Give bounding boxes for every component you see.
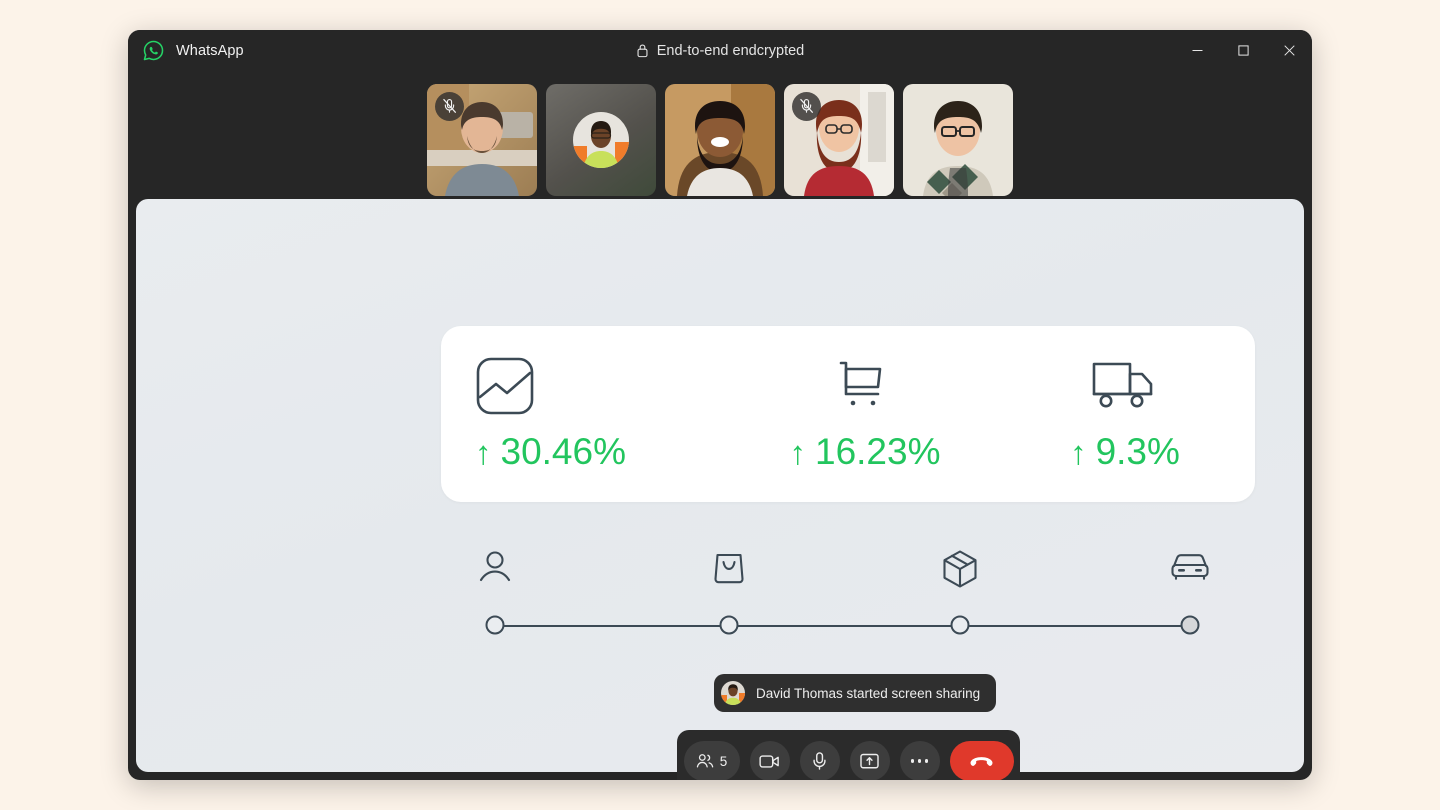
user-icon [478,549,512,585]
people-icon [696,754,714,768]
more-options-button[interactable] [899,741,940,780]
funnel-node-4[interactable] [1180,615,1200,635]
participant-tile-4[interactable] [784,83,894,196]
end-call-button[interactable] [949,741,1014,780]
funnel-track [497,625,1185,627]
trend-up-arrow-3: ↑ [1070,434,1087,471]
chart-image-icon [475,355,535,417]
share-screen-button[interactable] [849,741,890,780]
app-name: WhatsApp [176,42,244,59]
toast-avatar [721,681,745,705]
lock-icon [636,43,649,58]
screen-share-toast: David Thomas started screen sharing [714,674,997,712]
microphone-button[interactable] [799,741,840,780]
metric-cart: ↑ 16.23% [735,326,995,502]
trend-up-arrow-2: ↑ [789,434,807,471]
participants-button[interactable]: 5 [683,741,740,780]
participant-tile-3[interactable] [665,83,775,196]
title-bar: WhatsApp End-to-end endcrypted [128,30,1312,71]
hang-up-icon [970,756,993,766]
shopping-bag-icon [712,549,746,585]
participant-tile-5[interactable] [903,83,1013,196]
minimize-button[interactable] [1174,30,1220,71]
funnel-node-3[interactable] [950,615,970,635]
participant-strip [128,71,1312,208]
shopping-cart-icon [835,355,895,417]
participant-video-5 [903,83,1013,196]
mic-off-badge-4 [792,91,821,121]
funnel-icon-row [478,549,1209,597]
funnel-progress [478,549,1209,649]
metric-percent-3: 9.3% [1095,431,1180,472]
metric-value-conversion: ↑ 30.46% [475,431,626,473]
participant-tile-2[interactable] [546,83,656,196]
metric-conversion: ↑ 30.46% [441,326,735,502]
car-icon [1170,549,1210,583]
video-camera-icon [759,754,779,768]
whatsapp-logo-icon [142,39,165,62]
delivery-truck-icon [1092,355,1158,417]
close-button[interactable] [1266,30,1312,71]
participants-count: 5 [719,753,728,769]
metric-delivery: ↑ 9.3% [995,326,1255,502]
whatsapp-call-window: WhatsApp End-to-end endcrypted ↑ 30.46% … [128,30,1312,780]
window-controls [1174,30,1312,71]
metric-percent-2: 16.23% [815,431,941,472]
metric-value-cart: ↑ 16.23% [790,431,941,473]
mic-off-icon [800,98,814,113]
call-control-bar: 5 [677,730,1020,780]
funnel-node-2[interactable] [719,615,739,635]
microphone-icon [813,752,826,770]
trend-up-arrow-1: ↑ [475,434,492,471]
mic-off-badge-1 [435,91,464,121]
metric-percent-1: 30.46% [500,431,627,472]
mic-off-icon [443,98,457,113]
metrics-card: ↑ 30.46% ↑ 16.23% ↑ 9.3% [441,326,1255,502]
participant-video-3 [665,83,775,196]
app-brand: WhatsApp [128,39,244,62]
package-box-icon [941,549,979,589]
toast-message: David Thomas started screen sharing [756,685,981,701]
funnel-node-1[interactable] [485,615,505,635]
participant-avatar-2 [573,111,629,168]
metric-value-delivery: ↑ 9.3% [1070,431,1180,473]
maximize-button[interactable] [1220,30,1266,71]
encryption-label: End-to-end endcrypted [656,42,805,59]
camera-button[interactable] [749,741,790,780]
encryption-indicator: End-to-end endcrypted [128,43,1312,59]
participant-tile-1[interactable] [427,83,537,196]
more-horizontal-icon [910,759,929,763]
share-screen-icon [860,753,879,768]
